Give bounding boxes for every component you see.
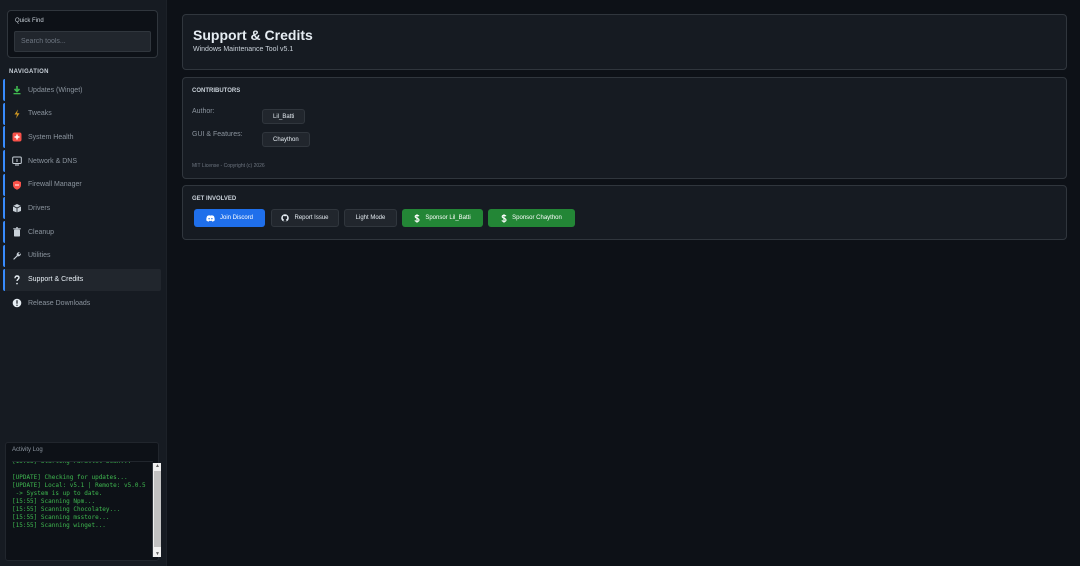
dollar-icon: [501, 213, 507, 223]
sidebar-item-cleanup[interactable]: Cleanup: [3, 221, 161, 244]
report-issue-button[interactable]: Report Issue: [271, 209, 339, 227]
sidebar-item-label: Firewall Manager: [28, 181, 82, 189]
gui-label: GUI & Features:: [192, 131, 243, 138]
sidebar-item-release-downloads[interactable]: Release Downloads: [3, 292, 161, 314]
sponsor-lil-batti-button[interactable]: Sponsor Lil_Batti: [402, 209, 483, 227]
question-icon: [12, 274, 22, 285]
scroll-down-icon[interactable]: ▼: [154, 551, 161, 557]
sidebar-item-label: Network & DNS: [28, 157, 78, 165]
download-icon: [12, 85, 22, 95]
sidebar-item-network[interactable]: Network & DNS: [3, 150, 161, 173]
github-icon: [281, 214, 290, 222]
sidebar-item-label: Utilities: [28, 252, 51, 260]
sponsor-chaython-label: Sponsor Chaython: [512, 215, 562, 221]
discord-icon: [206, 214, 215, 222]
sidebar: Quick Find NAVIGATION Updates (Winget) T…: [0, 0, 167, 566]
author-name-chip: Lil_Batti: [262, 109, 306, 124]
join-discord-label: Join Discord: [219, 215, 253, 221]
trash-icon: [12, 227, 22, 237]
page-title: Support & Credits: [193, 27, 313, 43]
nav-heading: NAVIGATION: [9, 69, 49, 75]
get-involved-panel: GET INVOLVED Join Discord Report Issue L…: [182, 185, 1067, 240]
activity-log-body[interactable]: [15:55] Starting Parallel Scan... [UPDAT…: [12, 461, 153, 559]
sponsor-lil-batti-label: Sponsor Lil_Batti: [425, 215, 471, 221]
sidebar-item-system-health[interactable]: System Health: [3, 126, 161, 149]
network-icon: [12, 156, 22, 166]
contributors-panel: CONTRIBUTORS Author: Lil_Batti GUI & Fea…: [182, 77, 1067, 179]
activity-log-title: Activity Log: [12, 447, 43, 453]
license-text: MIT License - Copyright (c) 2026: [192, 163, 265, 169]
sidebar-item-utilities[interactable]: Utilities: [3, 244, 161, 267]
sidebar-item-label: Cleanup: [28, 228, 55, 236]
page-subtitle: Windows Maintenance Tool v5.1: [193, 46, 294, 53]
sidebar-item-label: System Health: [28, 133, 74, 141]
contributors-heading: CONTRIBUTORS: [192, 88, 241, 94]
quick-find-label: Quick Find: [15, 18, 44, 24]
quick-find-box: Quick Find: [7, 10, 158, 58]
nav-list: Updates (Winget) Tweaks System Health Ne…: [3, 79, 161, 316]
sidebar-item-label: Tweaks: [28, 110, 52, 118]
sidebar-item-support[interactable]: Support & Credits: [3, 268, 161, 291]
header-panel: Support & Credits Windows Maintenance To…: [182, 14, 1067, 70]
light-mode-label: Light Mode: [355, 215, 386, 221]
gui-name-chip: Chaython: [262, 132, 310, 147]
sponsor-chaython-button[interactable]: Sponsor Chaython: [488, 209, 575, 227]
sidebar-item-drivers[interactable]: Drivers: [3, 197, 161, 220]
sidebar-item-label: Drivers: [28, 204, 51, 212]
scrollbar-thumb[interactable]: [154, 471, 161, 547]
wrench-icon: [12, 251, 22, 261]
sidebar-item-label: Updates (Winget): [28, 86, 83, 94]
join-discord-button[interactable]: Join Discord: [194, 209, 265, 227]
sidebar-item-firewall[interactable]: Firewall Manager: [3, 173, 161, 196]
driver-box-icon: [12, 203, 22, 213]
get-involved-heading: GET INVOLVED: [192, 196, 237, 202]
dollar-icon: [414, 213, 420, 223]
lightning-icon: [12, 109, 22, 119]
info-circle-icon: [12, 298, 22, 308]
sidebar-item-label: Support & Credits: [28, 276, 84, 283]
activity-log-text: [15:55] Starting Parallel Scan... [UPDAT…: [12, 461, 146, 529]
author-label: Author:: [192, 108, 215, 115]
health-cross-icon: [12, 132, 22, 142]
light-mode-button[interactable]: Light Mode: [344, 209, 397, 227]
report-issue-label: Report Issue: [294, 215, 329, 221]
sidebar-item-label: Release Downloads: [28, 299, 91, 307]
sidebar-item-tweaks[interactable]: Tweaks: [3, 102, 161, 125]
activity-log-scrollbar[interactable]: ▲ ▼: [152, 463, 161, 557]
scroll-up-icon[interactable]: ▲: [154, 463, 161, 469]
activity-log: Activity Log [15:55] Starting Parallel S…: [5, 442, 161, 561]
search-input[interactable]: [14, 31, 151, 52]
sidebar-item-updates[interactable]: Updates (Winget): [3, 79, 161, 101]
shield-icon: [12, 180, 22, 190]
